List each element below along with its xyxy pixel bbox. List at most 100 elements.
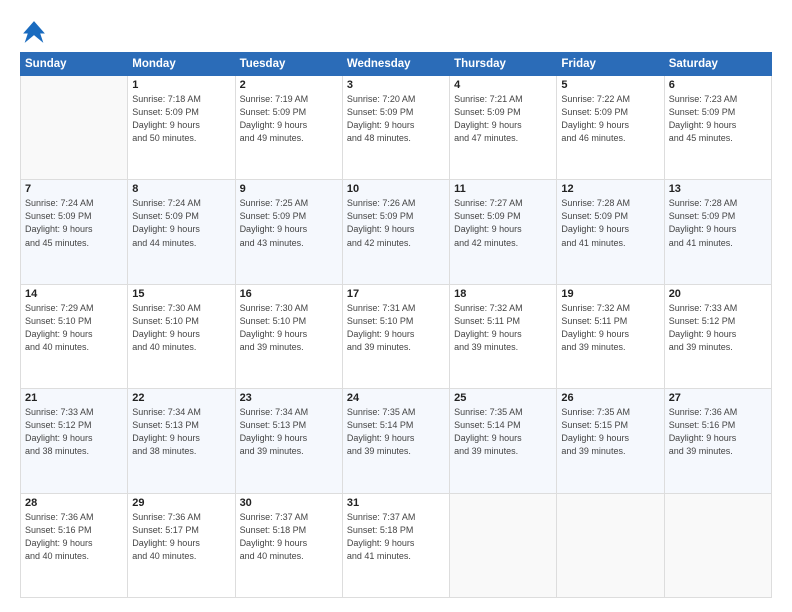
calendar-cell: 10 Sunrise: 7:26 AM Sunset: 5:09 PM Dayli…	[342, 180, 449, 284]
week-row-5: 28 Sunrise: 7:36 AM Sunset: 5:16 PM Dayli…	[21, 493, 772, 597]
calendar-cell: 28 Sunrise: 7:36 AM Sunset: 5:16 PM Dayli…	[21, 493, 128, 597]
calendar-cell: 20Sunrise: 7:33 AM Sunset: 5:12 PM Dayli…	[664, 284, 771, 388]
day-number: 3	[347, 79, 445, 91]
day-info: Sunrise: 7:34 AM Sunset: 5:13 PM Dayligh…	[240, 406, 338, 458]
week-row-4: 21 Sunrise: 7:33 AM Sunset: 5:12 PM Dayli…	[21, 389, 772, 493]
calendar-cell: 19 Sunrise: 7:32 AM Sunset: 5:11 PM Dayli…	[557, 284, 664, 388]
day-number: 18	[454, 288, 552, 300]
calendar-cell	[21, 76, 128, 180]
day-number: 22	[132, 392, 230, 404]
day-info: Sunrise: 7:23 AM Sunset: 5:09 PM Dayligh…	[669, 93, 767, 145]
logo	[20, 18, 52, 46]
day-info: Sunrise: 7:35 AM Sunset: 5:14 PM Dayligh…	[347, 406, 445, 458]
day-number: 6	[669, 79, 767, 91]
calendar-cell: 9 Sunrise: 7:25 AM Sunset: 5:09 PM Daylig…	[235, 180, 342, 284]
calendar-cell: 3 Sunrise: 7:20 AM Sunset: 5:09 PM Daylig…	[342, 76, 449, 180]
day-info: Sunrise: 7:29 AM Sunset: 5:10 PM Dayligh…	[25, 302, 123, 354]
calendar-cell: 13Sunrise: 7:28 AM Sunset: 5:09 PM Dayli…	[664, 180, 771, 284]
day-number: 17	[347, 288, 445, 300]
day-info: Sunrise: 7:26 AM Sunset: 5:09 PM Dayligh…	[347, 197, 445, 249]
calendar-cell: 12Sunrise: 7:28 AM Sunset: 5:09 PM Dayli…	[557, 180, 664, 284]
logo-icon	[20, 18, 48, 46]
day-number: 9	[240, 183, 338, 195]
day-info: Sunrise: 7:25 AM Sunset: 5:09 PM Dayligh…	[240, 197, 338, 249]
day-number: 13	[669, 183, 767, 195]
calendar-cell: 5 Sunrise: 7:22 AM Sunset: 5:09 PM Daylig…	[557, 76, 664, 180]
day-info: Sunrise: 7:35 AM Sunset: 5:15 PM Dayligh…	[561, 406, 659, 458]
weekday-thursday: Thursday	[450, 53, 557, 76]
day-number: 5	[561, 79, 659, 91]
day-info: Sunrise: 7:35 AM Sunset: 5:14 PM Dayligh…	[454, 406, 552, 458]
day-number: 28	[25, 497, 123, 509]
calendar-cell: 31Sunrise: 7:37 AM Sunset: 5:18 PM Dayli…	[342, 493, 449, 597]
day-number: 12	[561, 183, 659, 195]
calendar-cell: 14 Sunrise: 7:29 AM Sunset: 5:10 PM Dayli…	[21, 284, 128, 388]
calendar-cell	[450, 493, 557, 597]
calendar-cell: 27 Sunrise: 7:36 AM Sunset: 5:16 PM Dayli…	[664, 389, 771, 493]
weekday-header-row: SundayMondayTuesdayWednesdayThursdayFrid…	[21, 53, 772, 76]
day-info: Sunrise: 7:34 AM Sunset: 5:13 PM Dayligh…	[132, 406, 230, 458]
day-number: 2	[240, 79, 338, 91]
calendar-cell: 4Sunrise: 7:21 AM Sunset: 5:09 PM Daylig…	[450, 76, 557, 180]
day-info: Sunrise: 7:37 AM Sunset: 5:18 PM Dayligh…	[347, 511, 445, 563]
day-info: Sunrise: 7:33 AM Sunset: 5:12 PM Dayligh…	[25, 406, 123, 458]
day-info: Sunrise: 7:27 AM Sunset: 5:09 PM Dayligh…	[454, 197, 552, 249]
calendar-cell: 24 Sunrise: 7:35 AM Sunset: 5:14 PM Dayli…	[342, 389, 449, 493]
calendar-cell: 2 Sunrise: 7:19 AM Sunset: 5:09 PM Daylig…	[235, 76, 342, 180]
day-number: 21	[25, 392, 123, 404]
weekday-tuesday: Tuesday	[235, 53, 342, 76]
day-info: Sunrise: 7:36 AM Sunset: 5:16 PM Dayligh…	[25, 511, 123, 563]
day-info: Sunrise: 7:22 AM Sunset: 5:09 PM Dayligh…	[561, 93, 659, 145]
day-number: 11	[454, 183, 552, 195]
day-number: 30	[240, 497, 338, 509]
day-info: Sunrise: 7:36 AM Sunset: 5:17 PM Dayligh…	[132, 511, 230, 563]
day-info: Sunrise: 7:32 AM Sunset: 5:11 PM Dayligh…	[454, 302, 552, 354]
calendar-cell: 25 Sunrise: 7:35 AM Sunset: 5:14 PM Dayli…	[450, 389, 557, 493]
calendar-cell: 23Sunrise: 7:34 AM Sunset: 5:13 PM Dayli…	[235, 389, 342, 493]
page: SundayMondayTuesdayWednesdayThursdayFrid…	[0, 0, 792, 612]
calendar-cell: 1 Sunrise: 7:18 AM Sunset: 5:09 PM Daylig…	[128, 76, 235, 180]
day-number: 8	[132, 183, 230, 195]
day-info: Sunrise: 7:20 AM Sunset: 5:09 PM Dayligh…	[347, 93, 445, 145]
calendar-cell: 30 Sunrise: 7:37 AM Sunset: 5:18 PM Dayli…	[235, 493, 342, 597]
calendar-cell	[664, 493, 771, 597]
day-number: 15	[132, 288, 230, 300]
calendar-cell: 11 Sunrise: 7:27 AM Sunset: 5:09 PM Dayli…	[450, 180, 557, 284]
week-row-2: 7 Sunrise: 7:24 AM Sunset: 5:09 PM Daylig…	[21, 180, 772, 284]
day-info: Sunrise: 7:24 AM Sunset: 5:09 PM Dayligh…	[25, 197, 123, 249]
day-number: 27	[669, 392, 767, 404]
day-number: 14	[25, 288, 123, 300]
day-info: Sunrise: 7:32 AM Sunset: 5:11 PM Dayligh…	[561, 302, 659, 354]
day-info: Sunrise: 7:18 AM Sunset: 5:09 PM Dayligh…	[132, 93, 230, 145]
calendar-cell: 8Sunrise: 7:24 AM Sunset: 5:09 PM Daylig…	[128, 180, 235, 284]
day-info: Sunrise: 7:19 AM Sunset: 5:09 PM Dayligh…	[240, 93, 338, 145]
day-info: Sunrise: 7:36 AM Sunset: 5:16 PM Dayligh…	[669, 406, 767, 458]
day-info: Sunrise: 7:30 AM Sunset: 5:10 PM Dayligh…	[132, 302, 230, 354]
day-number: 7	[25, 183, 123, 195]
header	[20, 18, 772, 46]
day-info: Sunrise: 7:31 AM Sunset: 5:10 PM Dayligh…	[347, 302, 445, 354]
day-number: 25	[454, 392, 552, 404]
weekday-friday: Friday	[557, 53, 664, 76]
calendar-cell	[557, 493, 664, 597]
calendar-table: SundayMondayTuesdayWednesdayThursdayFrid…	[20, 52, 772, 598]
calendar-cell: 7 Sunrise: 7:24 AM Sunset: 5:09 PM Daylig…	[21, 180, 128, 284]
calendar-cell: 6 Sunrise: 7:23 AM Sunset: 5:09 PM Daylig…	[664, 76, 771, 180]
day-info: Sunrise: 7:37 AM Sunset: 5:18 PM Dayligh…	[240, 511, 338, 563]
day-number: 1	[132, 79, 230, 91]
day-number: 24	[347, 392, 445, 404]
calendar-cell: 26 Sunrise: 7:35 AM Sunset: 5:15 PM Dayli…	[557, 389, 664, 493]
day-number: 29	[132, 497, 230, 509]
day-number: 10	[347, 183, 445, 195]
calendar-cell: 22 Sunrise: 7:34 AM Sunset: 5:13 PM Dayli…	[128, 389, 235, 493]
calendar-cell: 15 Sunrise: 7:30 AM Sunset: 5:10 PM Dayli…	[128, 284, 235, 388]
week-row-1: 1 Sunrise: 7:18 AM Sunset: 5:09 PM Daylig…	[21, 76, 772, 180]
week-row-3: 14 Sunrise: 7:29 AM Sunset: 5:10 PM Dayli…	[21, 284, 772, 388]
day-number: 26	[561, 392, 659, 404]
calendar-cell: 18 Sunrise: 7:32 AM Sunset: 5:11 PM Dayli…	[450, 284, 557, 388]
calendar-cell: 16Sunrise: 7:30 AM Sunset: 5:10 PM Dayli…	[235, 284, 342, 388]
weekday-wednesday: Wednesday	[342, 53, 449, 76]
day-info: Sunrise: 7:30 AM Sunset: 5:10 PM Dayligh…	[240, 302, 338, 354]
day-number: 19	[561, 288, 659, 300]
day-info: Sunrise: 7:33 AM Sunset: 5:12 PM Dayligh…	[669, 302, 767, 354]
